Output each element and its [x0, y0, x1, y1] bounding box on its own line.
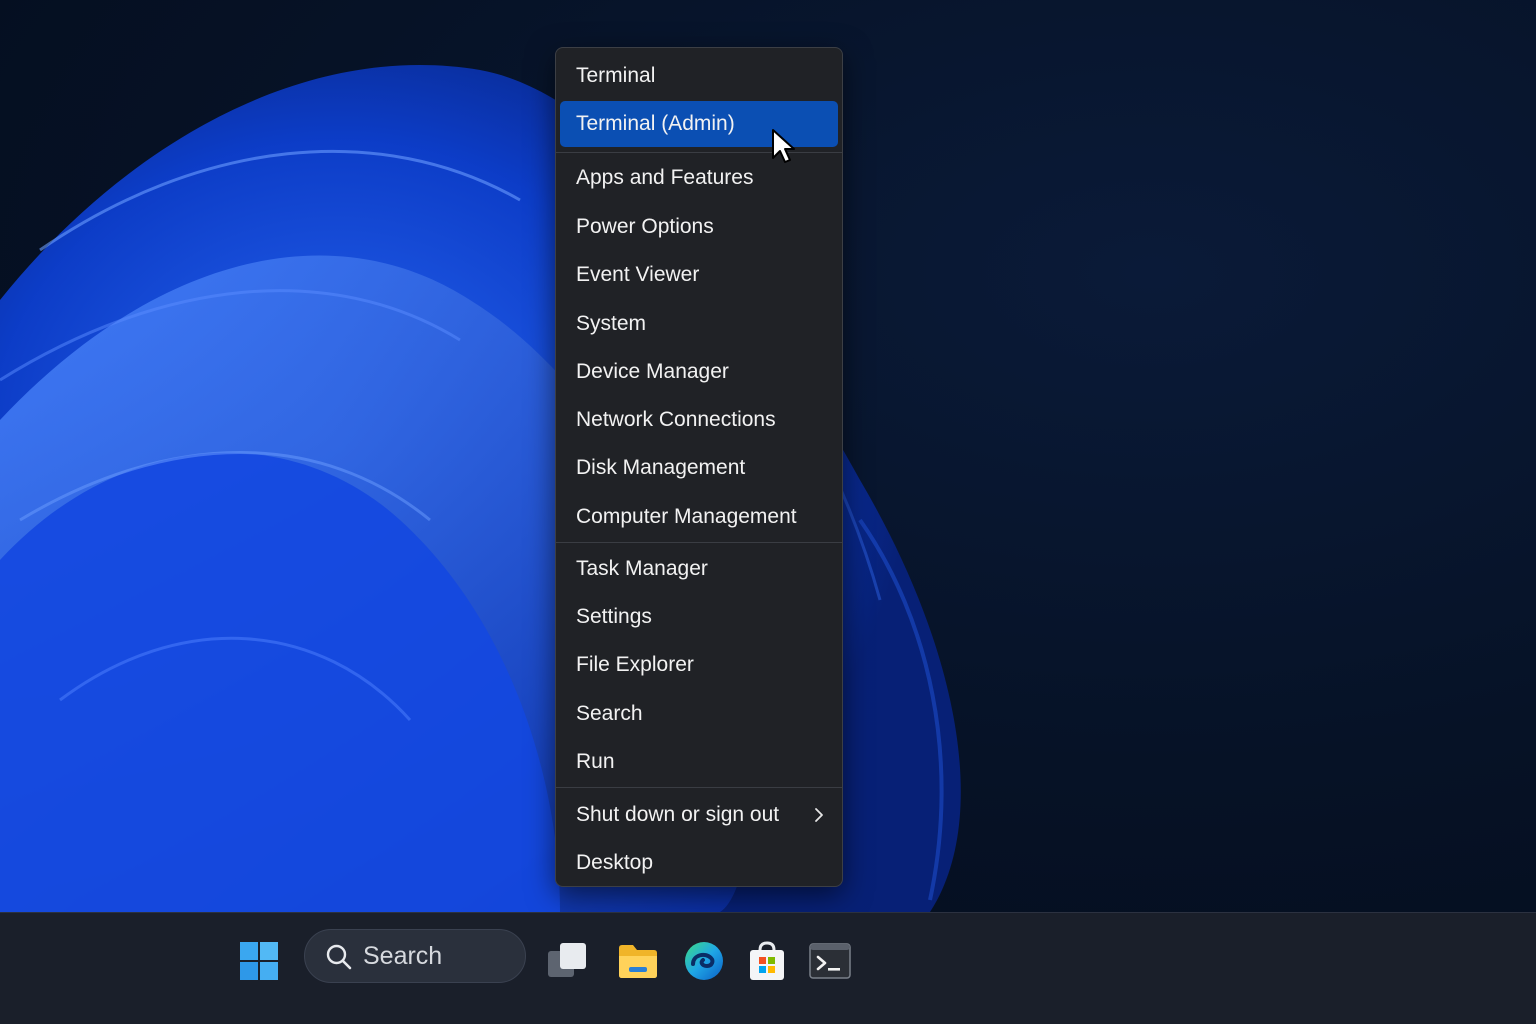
menu-separator	[556, 787, 842, 788]
menu-item-run[interactable]: Run	[560, 739, 838, 785]
menu-item-disk-management[interactable]: Disk Management	[560, 445, 838, 491]
mouse-cursor-icon	[772, 129, 795, 163]
taskbar-search-box[interactable]: Search	[304, 929, 526, 983]
search-icon	[326, 944, 352, 970]
microsoft-store-icon[interactable]	[744, 938, 790, 984]
file-explorer-icon[interactable]	[615, 938, 661, 984]
taskbar: Search	[0, 912, 1536, 1024]
chevron-right-icon	[814, 792, 824, 838]
menu-item-shut-down-or-sign-out[interactable]: Shut down or sign out	[560, 792, 838, 838]
menu-item-power-options[interactable]: Power Options	[560, 204, 838, 250]
terminal-icon[interactable]	[807, 938, 853, 984]
menu-item-system[interactable]: System	[560, 301, 838, 347]
menu-item-device-manager[interactable]: Device Manager	[560, 349, 838, 395]
task-view-icon[interactable]	[544, 938, 590, 984]
menu-item-terminal[interactable]: Terminal	[560, 53, 838, 99]
menu-separator	[556, 542, 842, 543]
menu-item-task-manager[interactable]: Task Manager	[560, 546, 838, 592]
desktop[interactable]: Terminal Terminal (Admin) Apps and Featu…	[0, 0, 1536, 912]
windows-start-icon[interactable]	[236, 938, 282, 984]
search-label: Search	[363, 942, 443, 970]
menu-item-settings[interactable]: Settings	[560, 594, 838, 640]
menu-item-event-viewer[interactable]: Event Viewer	[560, 252, 838, 298]
menu-item-desktop[interactable]: Desktop	[560, 840, 838, 886]
winx-context-menu: Terminal Terminal (Admin) Apps and Featu…	[555, 47, 843, 887]
menu-separator	[556, 152, 842, 153]
menu-item-file-explorer[interactable]: File Explorer	[560, 642, 838, 688]
menu-item-network-connections[interactable]: Network Connections	[560, 397, 838, 443]
menu-item-computer-management[interactable]: Computer Management	[560, 494, 838, 540]
edge-icon[interactable]	[681, 938, 727, 984]
menu-item-search[interactable]: Search	[560, 691, 838, 737]
